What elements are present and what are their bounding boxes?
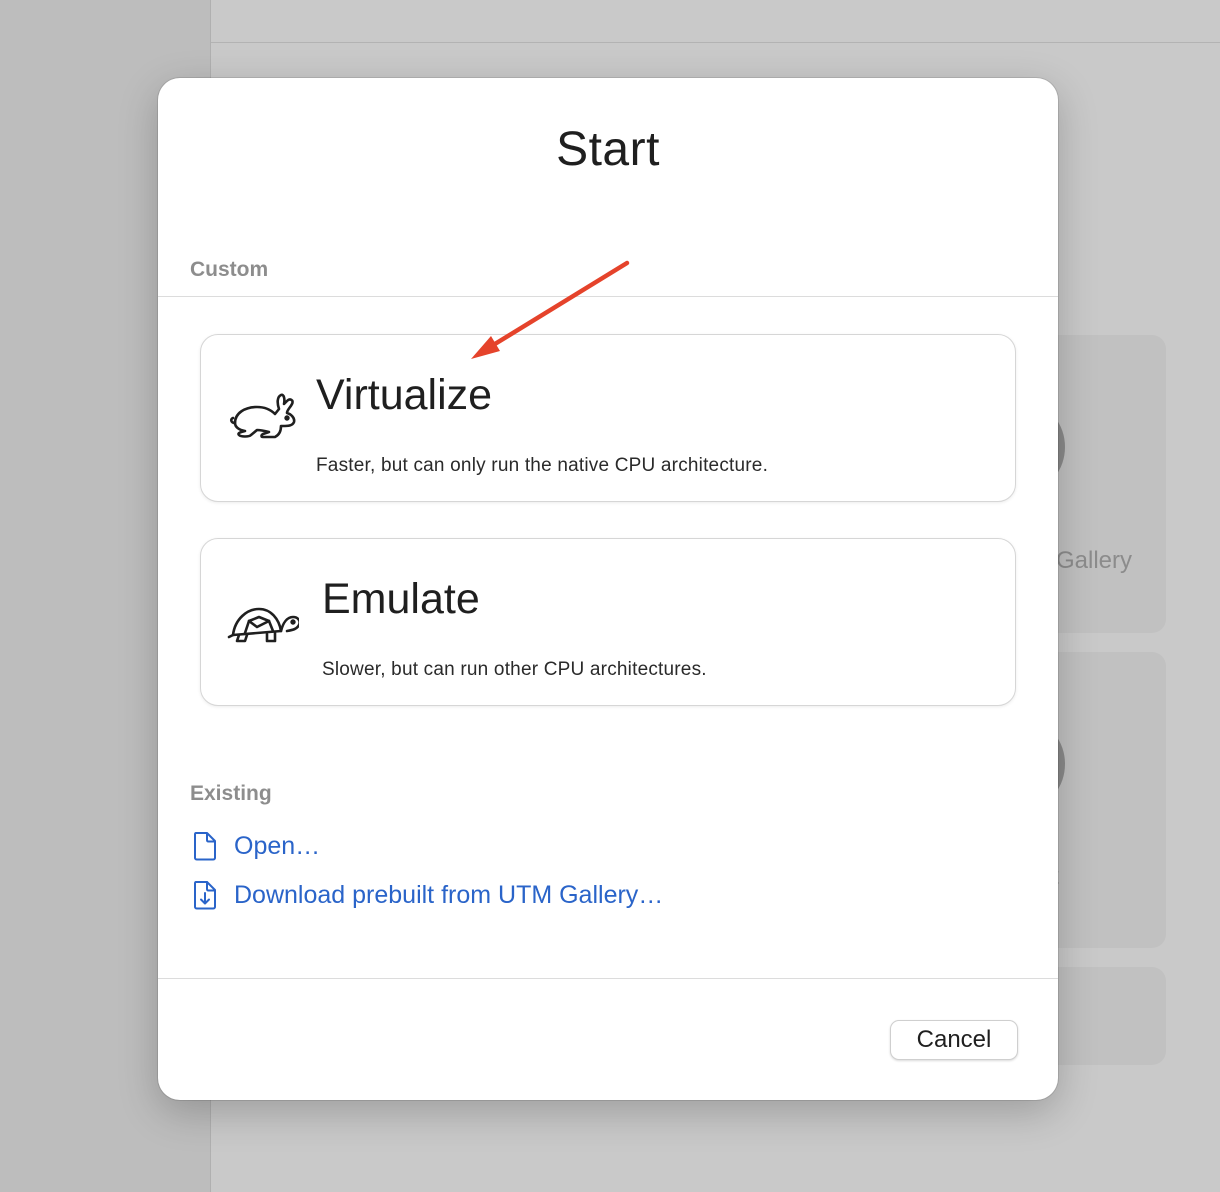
download-gallery-link-label: Download prebuilt from UTM Gallery… <box>234 880 664 909</box>
download-gallery-link[interactable]: Download prebuilt from UTM Gallery… <box>192 878 663 912</box>
document-icon <box>192 831 218 861</box>
hare-icon <box>227 389 299 449</box>
virtualize-description: Faster, but can only run the native CPU … <box>316 455 769 476</box>
custom-section-label: Custom <box>190 258 269 281</box>
virtualize-title: Virtualize <box>316 371 493 419</box>
background-card-label: Gallery <box>1056 547 1133 574</box>
cancel-button[interactable]: Cancel <box>890 1020 1018 1060</box>
open-link-label: Open… <box>234 831 321 860</box>
footer-divider <box>158 978 1058 979</box>
start-dialog: Start Custom Virtualize Faster, but can … <box>158 78 1058 1100</box>
emulate-title: Emulate <box>322 575 480 623</box>
tortoise-icon <box>227 593 301 653</box>
document-download-icon <box>192 880 218 910</box>
background-toolbar-divider <box>211 42 1220 43</box>
dialog-title: Start <box>556 123 660 176</box>
emulate-description: Slower, but can run other CPU architectu… <box>322 659 707 680</box>
open-link[interactable]: Open… <box>192 829 320 863</box>
section-divider <box>158 296 1058 297</box>
existing-section-label: Existing <box>190 782 272 805</box>
emulate-option[interactable]: Emulate Slower, but can run other CPU ar… <box>200 538 1016 706</box>
virtualize-option[interactable]: Virtualize Faster, but can only run the … <box>200 334 1016 502</box>
